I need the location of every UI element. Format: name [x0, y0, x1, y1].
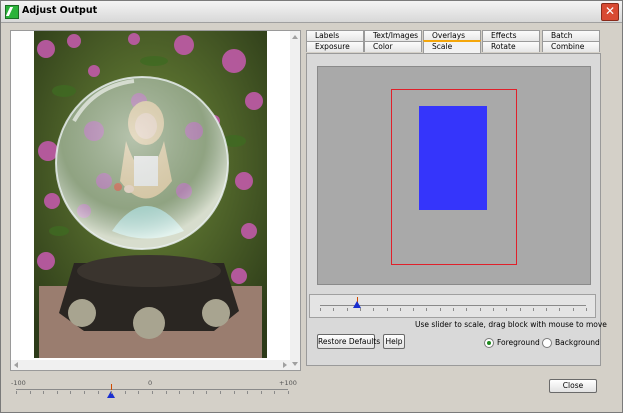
adjust-slider-tick: [43, 391, 44, 394]
adjust-slider-tick: [193, 391, 194, 394]
adjust-slider-tick: [261, 391, 262, 394]
adjust-slider-marker: [111, 384, 113, 390]
scale-slider-tick: [480, 308, 481, 311]
scale-slider-tick: [387, 308, 388, 311]
scale-slider-tick: [413, 308, 414, 311]
adjust-slider-tick: [84, 391, 85, 394]
adjust-slider-tick: [152, 391, 153, 394]
adjust-slider-tick: [220, 391, 221, 394]
scroll-left-icon[interactable]: [14, 362, 18, 368]
radio-foreground[interactable]: Foreground: [484, 337, 540, 349]
slider-mid-label: 0: [148, 379, 153, 387]
radio-background[interactable]: Background: [542, 337, 600, 349]
adjust-slider-tick: [98, 391, 99, 394]
image-preview-panel: [10, 30, 301, 371]
tab-rotate[interactable]: Rotate: [482, 41, 540, 52]
adjust-output-window: Adjust Output ✕ Labels Text/Images Overl…: [0, 0, 623, 413]
scale-slider-tick: [573, 308, 574, 311]
close-button[interactable]: Close: [549, 379, 597, 393]
adjust-slider-track: [16, 389, 288, 390]
adjust-slider-tick: [206, 391, 207, 394]
adjust-slider-tick: [234, 391, 235, 394]
scale-slider-tick: [453, 308, 454, 311]
title-bar: Adjust Output ✕: [1, 1, 622, 23]
adjust-slider-tick: [30, 391, 31, 394]
tab-labels[interactable]: Labels: [306, 30, 364, 41]
tab-control: Labels Text/Images Overlays Effects Batc…: [306, 30, 607, 366]
close-window-icon[interactable]: ✕: [601, 3, 619, 21]
scale-slider-tick: [360, 308, 361, 311]
adjust-slider-tick: [247, 391, 248, 394]
scale-slider[interactable]: [309, 294, 596, 318]
photo-preview: [34, 31, 267, 358]
scale-preview-canvas: [317, 66, 591, 285]
adjust-slider-tick: [288, 391, 289, 394]
scroll-down-icon[interactable]: [292, 362, 298, 366]
vertical-scrollbar[interactable]: [290, 31, 300, 370]
slider-min-label: -100: [11, 379, 26, 387]
tab-exposure[interactable]: Exposure: [306, 41, 364, 52]
tab-text-images[interactable]: Text/Images: [364, 30, 422, 41]
restore-defaults-button[interactable]: Restore Defaults: [317, 334, 380, 349]
window-title: Adjust Output: [22, 5, 98, 16]
scale-slider-thumb[interactable]: [353, 301, 362, 308]
horizontal-scrollbar[interactable]: [11, 360, 290, 370]
tab-scale[interactable]: Scale: [423, 40, 481, 53]
tab-batch[interactable]: Batch: [542, 30, 600, 41]
tab-effects[interactable]: Effects: [482, 30, 540, 41]
adjust-slider[interactable]: -100 0 +100: [11, 379, 297, 403]
scale-slider-tick: [440, 308, 441, 311]
radio-background-dot[interactable]: [542, 338, 552, 348]
adjust-slider-tick: [125, 391, 126, 394]
adjust-slider-tick: [179, 391, 180, 394]
app-logo-icon: [5, 5, 19, 19]
adjust-slider-tick: [70, 391, 71, 394]
adjust-slider-tick: [138, 391, 139, 394]
tab-color[interactable]: Color: [364, 41, 422, 52]
scale-slider-tick: [559, 308, 560, 311]
scale-hint-text: Use slider to scale, drag block with mou…: [415, 320, 607, 329]
scale-block[interactable]: [419, 106, 487, 210]
scale-slider-tick: [426, 308, 427, 311]
scale-slider-tick: [586, 308, 587, 311]
radio-background-label: Background: [555, 338, 600, 347]
scale-slider-tick: [506, 308, 507, 311]
scale-slider-tick: [333, 308, 334, 311]
scale-slider-tick: [466, 308, 467, 311]
scale-slider-tick: [400, 308, 401, 311]
adjust-slider-tick: [274, 391, 275, 394]
adjust-slider-tick: [166, 391, 167, 394]
radio-foreground-label: Foreground: [497, 338, 540, 347]
tab-combine[interactable]: Combine: [542, 41, 600, 52]
slider-max-label: +100: [279, 379, 297, 387]
scale-slider-tick: [493, 308, 494, 311]
help-button[interactable]: Help: [383, 334, 405, 349]
scroll-right-icon[interactable]: [283, 362, 287, 368]
scale-slider-tick: [520, 308, 521, 311]
scale-slider-tick: [373, 308, 374, 311]
adjust-slider-tick: [16, 391, 17, 394]
scroll-up-icon[interactable]: [292, 35, 298, 39]
scale-slider-tick: [347, 308, 348, 311]
adjust-slider-tick: [57, 391, 58, 394]
scale-slider-tick: [533, 308, 534, 311]
scale-slider-tick: [546, 308, 547, 311]
adjust-slider-tick: [111, 391, 112, 394]
scale-tab-page: Use slider to scale, drag block with mou…: [306, 53, 607, 366]
scale-slider-tick: [320, 308, 321, 311]
radio-foreground-dot[interactable]: [484, 338, 494, 348]
